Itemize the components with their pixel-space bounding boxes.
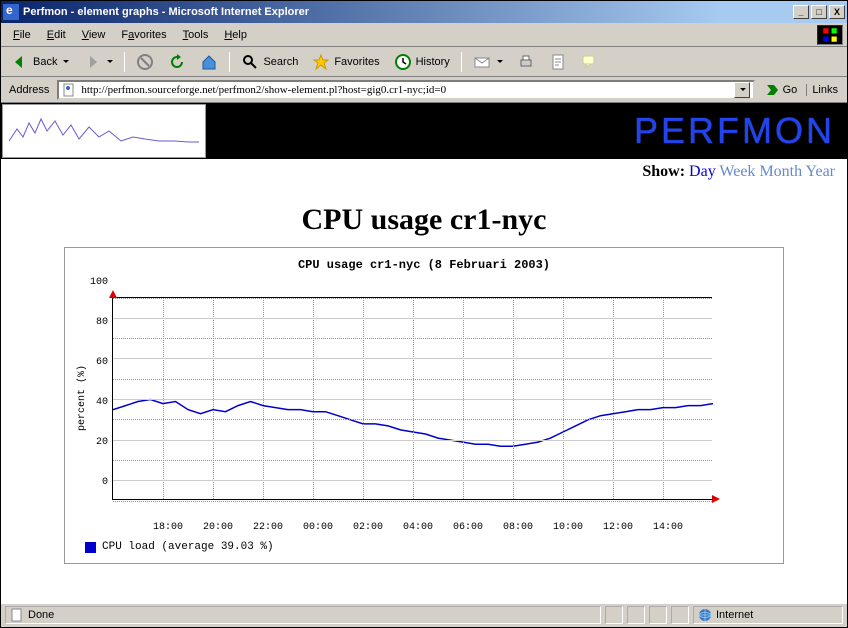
menu-view[interactable]: View bbox=[74, 27, 114, 43]
history-clock-icon bbox=[394, 53, 412, 71]
perfmon-logo: PERFMON bbox=[634, 110, 847, 152]
page-title: CPU usage cr1-nyc bbox=[1, 203, 847, 237]
forward-arrow-icon bbox=[83, 53, 101, 71]
favorites-star-icon bbox=[312, 53, 330, 71]
globe-icon bbox=[698, 608, 712, 622]
legend-text: CPU load (average 39.03 %) bbox=[102, 541, 274, 553]
history-label: History bbox=[416, 56, 450, 68]
show-day-link[interactable]: Day bbox=[689, 163, 716, 180]
address-bar: Address Go Links bbox=[1, 77, 847, 103]
edit-icon bbox=[549, 53, 567, 71]
discuss-button[interactable] bbox=[575, 49, 605, 75]
show-label: Show: bbox=[642, 163, 685, 180]
menu-favorites[interactable]: Favorites bbox=[113, 27, 174, 43]
back-arrow-icon bbox=[11, 53, 29, 71]
refresh-button[interactable] bbox=[162, 49, 192, 75]
chart-ylabel: percent (%) bbox=[75, 365, 90, 431]
address-combo[interactable] bbox=[57, 80, 754, 100]
maximize-button[interactable]: □ bbox=[811, 5, 827, 19]
chart-y-axis: 100 80 60 40 20 0 bbox=[90, 278, 112, 518]
history-button[interactable]: History bbox=[388, 49, 456, 75]
chart-container: CPU usage cr1-nyc (8 Februari 2003) perc… bbox=[64, 247, 784, 564]
show-month-link[interactable]: Month bbox=[759, 163, 802, 180]
home-button[interactable] bbox=[194, 49, 224, 75]
search-label: Search bbox=[263, 56, 298, 68]
page-content: PERFMON Show: Day Week Month Year CPU us… bbox=[1, 103, 847, 603]
banner: PERFMON bbox=[1, 103, 847, 159]
refresh-icon bbox=[168, 53, 186, 71]
legend-swatch-cpu-load bbox=[85, 542, 96, 553]
menu-edit[interactable]: Edit bbox=[39, 27, 74, 43]
go-arrow-icon bbox=[764, 82, 780, 98]
ie-icon bbox=[3, 4, 19, 20]
ie-throbber-icon bbox=[817, 25, 843, 45]
show-year-link[interactable]: Year bbox=[806, 163, 835, 180]
chart-legend: CPU load (average 39.03 %) bbox=[75, 533, 773, 553]
search-icon bbox=[241, 53, 259, 71]
status-pane-3 bbox=[649, 606, 667, 624]
menu-bar: File Edit View Favorites Tools Help bbox=[1, 23, 847, 47]
address-label: Address bbox=[5, 84, 53, 96]
home-icon bbox=[200, 53, 218, 71]
page-icon bbox=[62, 83, 76, 97]
stop-icon bbox=[136, 53, 154, 71]
minimize-button[interactable]: _ bbox=[793, 5, 809, 19]
menu-file[interactable]: File bbox=[5, 27, 39, 43]
zone-text: Internet bbox=[716, 609, 753, 621]
show-range-bar: Show: Day Week Month Year bbox=[1, 159, 847, 185]
window-title: Perfmon - element graphs - Microsoft Int… bbox=[23, 6, 791, 18]
print-icon bbox=[517, 53, 535, 71]
back-label: Back bbox=[33, 56, 57, 68]
status-pane-1 bbox=[605, 606, 623, 624]
status-text: Done bbox=[28, 609, 54, 621]
forward-button[interactable] bbox=[77, 49, 119, 75]
menu-tools[interactable]: Tools bbox=[175, 27, 217, 43]
status-message-pane: Done bbox=[5, 606, 601, 624]
chart-title: CPU usage cr1-nyc (8 Februari 2003) bbox=[75, 254, 773, 278]
favorites-label: Favorites bbox=[334, 56, 379, 68]
address-input[interactable] bbox=[79, 83, 730, 97]
discuss-icon bbox=[581, 53, 599, 71]
go-button[interactable]: Go bbox=[759, 80, 803, 100]
edit-button[interactable] bbox=[543, 49, 573, 75]
print-button[interactable] bbox=[511, 49, 541, 75]
menu-help[interactable]: Help bbox=[216, 27, 255, 43]
security-zone-pane: Internet bbox=[693, 606, 843, 624]
mail-icon bbox=[473, 53, 491, 71]
x-axis-arrow-icon bbox=[712, 495, 720, 503]
status-pane-4 bbox=[671, 606, 689, 624]
mail-button[interactable] bbox=[467, 49, 509, 75]
stop-button[interactable] bbox=[130, 49, 160, 75]
search-button[interactable]: Search bbox=[235, 49, 304, 75]
back-button[interactable]: Back bbox=[5, 49, 75, 75]
window-titlebar: Perfmon - element graphs - Microsoft Int… bbox=[1, 1, 847, 23]
favorites-button[interactable]: Favorites bbox=[306, 49, 385, 75]
status-pane-2 bbox=[627, 606, 645, 624]
chart-plot-area bbox=[112, 297, 712, 500]
y-axis-arrow-icon bbox=[109, 290, 117, 298]
chart-x-axis: 18:00 20:00 22:00 00:00 02:00 04:00 06:0… bbox=[75, 518, 773, 533]
document-icon bbox=[10, 608, 24, 622]
links-button[interactable]: Links bbox=[806, 84, 843, 96]
show-week-link[interactable]: Week bbox=[719, 163, 755, 180]
navigation-toolbar: Back Search Favorites History bbox=[1, 47, 847, 77]
banner-thumbnail-chart bbox=[2, 104, 206, 158]
close-button[interactable]: X bbox=[829, 5, 845, 19]
address-dropdown-button[interactable] bbox=[734, 82, 750, 98]
status-bar: Done Internet bbox=[1, 603, 847, 625]
